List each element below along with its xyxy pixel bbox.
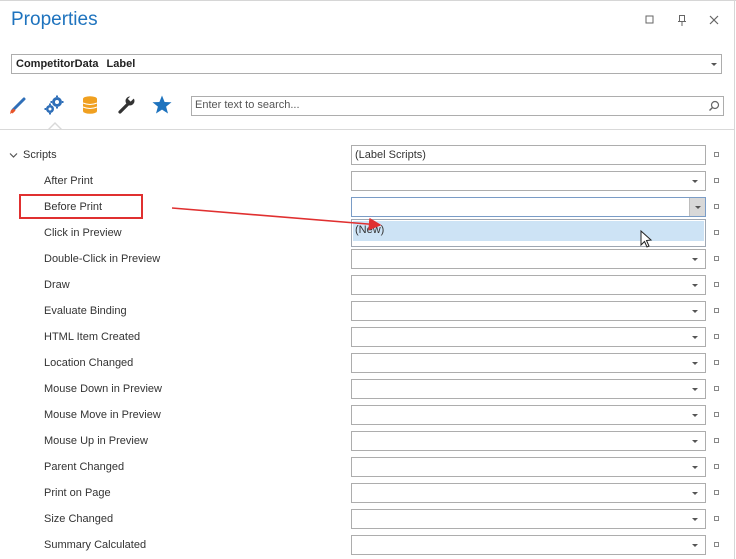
property-label-after-print: After Print [44,175,93,187]
chevron-down-icon [692,414,698,417]
property-marker[interactable] [714,490,719,495]
property-dropdown-summary-calculated[interactable] [351,535,706,555]
dropdown-popup: (New) [351,219,706,247]
chevron-down-icon [692,466,698,469]
close-panel-button[interactable] [707,13,721,27]
wrench-icon [118,95,135,114]
category-label[interactable]: Scripts [23,149,57,161]
tab-favorites[interactable] [151,94,173,116]
property-dropdown-evaluate-binding[interactable] [351,301,706,321]
property-dropdown-print-on-page[interactable] [351,483,706,503]
property-marker[interactable] [714,308,719,313]
chevron-down-icon [692,492,698,495]
property-dropdown-parent-changed[interactable] [351,457,706,477]
grid-separator [0,129,734,130]
chevron-down-icon [692,258,698,261]
property-dropdown-html-item-created[interactable] [351,327,706,347]
search-input[interactable] [195,99,695,111]
dropdown-button[interactable] [689,198,705,216]
property-dropdown-size-changed[interactable] [351,509,706,529]
property-dropdown-mouse-move-in-preview[interactable] [351,405,706,425]
panel-top-border [0,0,736,1]
gears-icon [44,95,64,115]
property-dropdown-mouse-up-in-preview[interactable] [351,431,706,451]
tab-behavior[interactable] [43,94,65,116]
chevron-down-icon [695,206,701,209]
category-value: (Label Scripts) [351,145,706,165]
chevron-down-icon [692,544,698,547]
chevron-down-icon [692,362,698,365]
brush-icon [10,97,26,114]
panel-title: Properties [11,9,98,30]
close-icon [709,15,719,25]
chevron-down-icon [692,440,698,443]
search-box[interactable] [191,96,724,116]
property-marker[interactable] [714,152,719,157]
pin-button[interactable] [675,13,689,27]
property-label-html-item-created: HTML Item Created [44,331,141,343]
property-marker[interactable] [714,230,719,235]
property-label-double-click-in-preview: Double-Click in Preview [44,253,161,265]
annotation-arrow [171,207,382,231]
search-icon[interactable] [708,100,720,112]
chevron-down-icon [692,284,698,287]
property-marker[interactable] [714,542,719,547]
tab-tools[interactable] [115,94,137,116]
property-marker[interactable] [714,282,719,287]
property-marker[interactable] [714,256,719,261]
property-marker[interactable] [714,360,719,365]
property-label-parent-changed: Parent Changed [44,461,125,473]
property-marker[interactable] [714,438,719,443]
chevron-down-icon [692,518,698,521]
property-label-draw: Draw [44,279,70,291]
property-marker[interactable] [714,516,719,521]
database-icon [82,96,98,114]
selected-object-type: Label [106,58,136,70]
chevron-down-icon [711,63,717,66]
property-marker[interactable] [714,386,719,391]
star-icon [152,95,172,114]
selected-object-name: CompetitorData [16,58,99,70]
restore-window-button[interactable] [643,13,657,27]
property-dropdown-before-print[interactable] [351,197,706,217]
property-dropdown-draw[interactable] [351,275,706,295]
property-dropdown-double-click-in-preview[interactable] [351,249,706,269]
chevron-down-icon [692,388,698,391]
property-label-mouse-move-in-preview: Mouse Move in Preview [44,409,161,421]
property-label-click-in-preview: Click in Preview [44,227,122,239]
panel-right-border [734,0,735,559]
annotation-highlight-box [19,194,143,219]
object-selector[interactable]: CompetitorData Label [11,54,722,74]
property-marker[interactable] [714,412,719,417]
collapse-chevron-icon[interactable] [9,151,18,160]
property-label-size-changed: Size Changed [44,513,114,525]
property-dropdown-mouse-down-in-preview[interactable] [351,379,706,399]
property-marker[interactable] [714,464,719,469]
restore-icon [645,15,654,24]
dropdown-option-new[interactable]: (New) [353,221,704,241]
chevron-down-icon [692,336,698,339]
property-label-print-on-page: Print on Page [44,487,111,499]
tab-appearance[interactable] [7,94,29,116]
property-marker[interactable] [714,204,719,209]
property-marker[interactable] [714,334,719,339]
pin-icon [678,15,686,26]
property-label-mouse-up-in-preview: Mouse Up in Preview [44,435,148,447]
tab-data[interactable] [79,94,101,116]
property-marker[interactable] [714,178,719,183]
selected-object: CompetitorData Label [16,58,135,70]
property-label-mouse-down-in-preview: Mouse Down in Preview [44,383,162,395]
property-dropdown-after-print[interactable] [351,171,706,191]
property-label-location-changed: Location Changed [44,357,134,369]
property-label-summary-calculated: Summary Calculated [44,539,147,551]
property-dropdown-location-changed[interactable] [351,353,706,373]
chevron-down-icon [692,310,698,313]
property-label-evaluate-binding: Evaluate Binding [44,305,127,317]
chevron-down-icon [692,180,698,183]
